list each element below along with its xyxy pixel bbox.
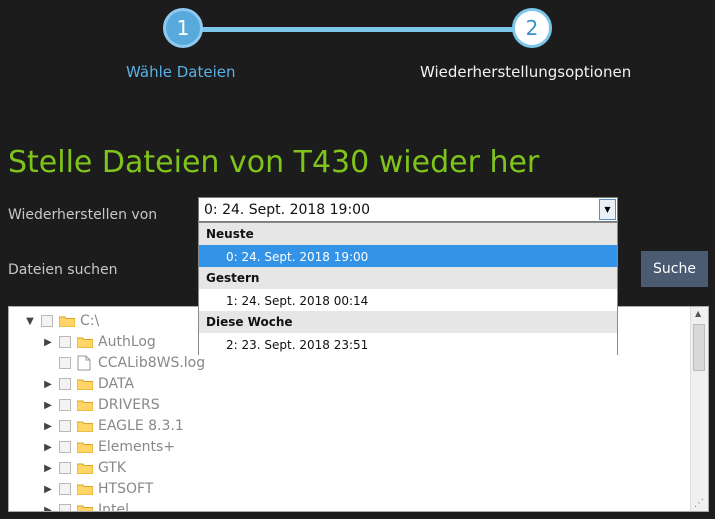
checkbox[interactable] bbox=[59, 420, 71, 432]
tree-row[interactable]: ▶ AuthLog bbox=[41, 332, 156, 352]
checkbox[interactable] bbox=[59, 357, 71, 369]
step-1-circle[interactable]: 1 bbox=[163, 8, 203, 48]
stepper: 1 2 Wähle Dateien Wiederherstellungsopti… bbox=[0, 0, 715, 100]
tree-row[interactable]: ▶ Intel bbox=[41, 500, 129, 512]
dropdown-group-header: Diese Woche bbox=[199, 311, 617, 333]
restore-point-dropdown[interactable]: Neuste 0: 24. Sept. 2018 19:00 Gestern 1… bbox=[198, 222, 618, 355]
scroll-up-arrow-icon[interactable]: ▲ bbox=[695, 309, 701, 318]
folder-icon bbox=[77, 504, 93, 511]
file-icon bbox=[77, 355, 91, 371]
collapsed-triangle-icon[interactable]: ▶ bbox=[41, 400, 55, 411]
tree-row[interactable]: ▶ EAGLE 8.3.1 bbox=[41, 416, 184, 436]
stepper-connector bbox=[184, 27, 534, 32]
checkbox[interactable] bbox=[59, 462, 71, 474]
checkbox[interactable] bbox=[59, 399, 71, 411]
dropdown-option[interactable]: 1: 24. Sept. 2018 00:14 bbox=[199, 289, 617, 311]
tree-item-label: Intel bbox=[98, 502, 129, 512]
step-1-label[interactable]: Wähle Dateien bbox=[126, 63, 236, 81]
folder-icon bbox=[77, 336, 93, 348]
checkbox[interactable] bbox=[59, 378, 71, 390]
tree-item-label: CCALib8WS.log bbox=[98, 355, 206, 371]
tree-row[interactable]: ▶ HTSOFT bbox=[41, 479, 153, 499]
dropdown-option[interactable]: 2: 23. Sept. 2018 23:51 bbox=[199, 333, 617, 355]
tree-row[interactable]: ▶ GTK bbox=[41, 458, 126, 478]
folder-icon bbox=[77, 462, 93, 474]
collapsed-triangle-icon[interactable]: ▶ bbox=[41, 484, 55, 495]
dropdown-option[interactable]: 0: 24. Sept. 2018 19:00 bbox=[199, 245, 617, 267]
checkbox[interactable] bbox=[59, 504, 71, 511]
page-title: Stelle Dateien von T430 wieder her bbox=[8, 145, 540, 180]
tree-item-label: EAGLE 8.3.1 bbox=[98, 418, 184, 434]
tree-row[interactable]: ▶ DRIVERS bbox=[41, 395, 160, 415]
tree-row[interactable]: ▶ DATA bbox=[41, 374, 134, 394]
tree-item-label: DRIVERS bbox=[98, 397, 160, 413]
collapsed-triangle-icon[interactable]: ▶ bbox=[41, 442, 55, 453]
folder-icon bbox=[77, 441, 93, 453]
tree-row-root[interactable]: ▼ C:\ bbox=[23, 311, 99, 331]
step-2-label: Wiederherstellungsoptionen bbox=[420, 63, 632, 81]
restore-point-select[interactable]: 0: 24. Sept. 2018 19:00 ▼ bbox=[198, 197, 618, 222]
dropdown-group-header: Gestern bbox=[199, 267, 617, 289]
search-files-label: Dateien suchen bbox=[8, 262, 118, 278]
tree-item-label: HTSOFT bbox=[98, 481, 154, 497]
chevron-down-icon[interactable]: ▼ bbox=[599, 199, 616, 220]
checkbox[interactable] bbox=[59, 336, 71, 348]
folder-icon bbox=[77, 483, 93, 495]
tree-item-label: GTK bbox=[98, 460, 127, 476]
dropdown-group-header: Neuste bbox=[199, 223, 617, 245]
tree-item-label: DATA bbox=[98, 376, 135, 392]
restore-point-selected-value: 0: 24. Sept. 2018 19:00 bbox=[204, 202, 370, 218]
tree-row[interactable]: CCALib8WS.log bbox=[41, 353, 205, 373]
checkbox[interactable] bbox=[59, 441, 71, 453]
restore-from-label: Wiederherstellen von bbox=[8, 207, 158, 223]
checkbox[interactable] bbox=[41, 315, 53, 327]
search-button[interactable]: Suche bbox=[641, 251, 708, 287]
folder-icon bbox=[59, 315, 75, 327]
folder-icon bbox=[77, 378, 93, 390]
tree-item-label: C:\ bbox=[80, 313, 100, 329]
expanded-triangle-icon[interactable]: ▼ bbox=[23, 316, 37, 327]
tree-item-label: AuthLog bbox=[98, 334, 156, 350]
tree-row[interactable]: ▶ Elements+ bbox=[41, 437, 175, 457]
step-2-circle: 2 bbox=[512, 8, 552, 48]
checkbox[interactable] bbox=[59, 483, 71, 495]
resize-grip-icon[interactable]: ⋰ bbox=[694, 498, 704, 509]
collapsed-triangle-icon[interactable]: ▶ bbox=[41, 379, 55, 390]
scrollbar-thumb[interactable] bbox=[693, 324, 705, 371]
collapsed-triangle-icon[interactable]: ▶ bbox=[41, 421, 55, 432]
folder-icon bbox=[77, 399, 93, 411]
tree-item-label: Elements+ bbox=[98, 439, 175, 455]
vertical-scrollbar[interactable]: ▲ ⋰ bbox=[690, 307, 708, 511]
folder-icon bbox=[77, 420, 93, 432]
collapsed-triangle-icon[interactable]: ▶ bbox=[41, 505, 55, 512]
collapsed-triangle-icon[interactable]: ▶ bbox=[41, 463, 55, 474]
collapsed-triangle-icon[interactable]: ▶ bbox=[41, 337, 55, 348]
